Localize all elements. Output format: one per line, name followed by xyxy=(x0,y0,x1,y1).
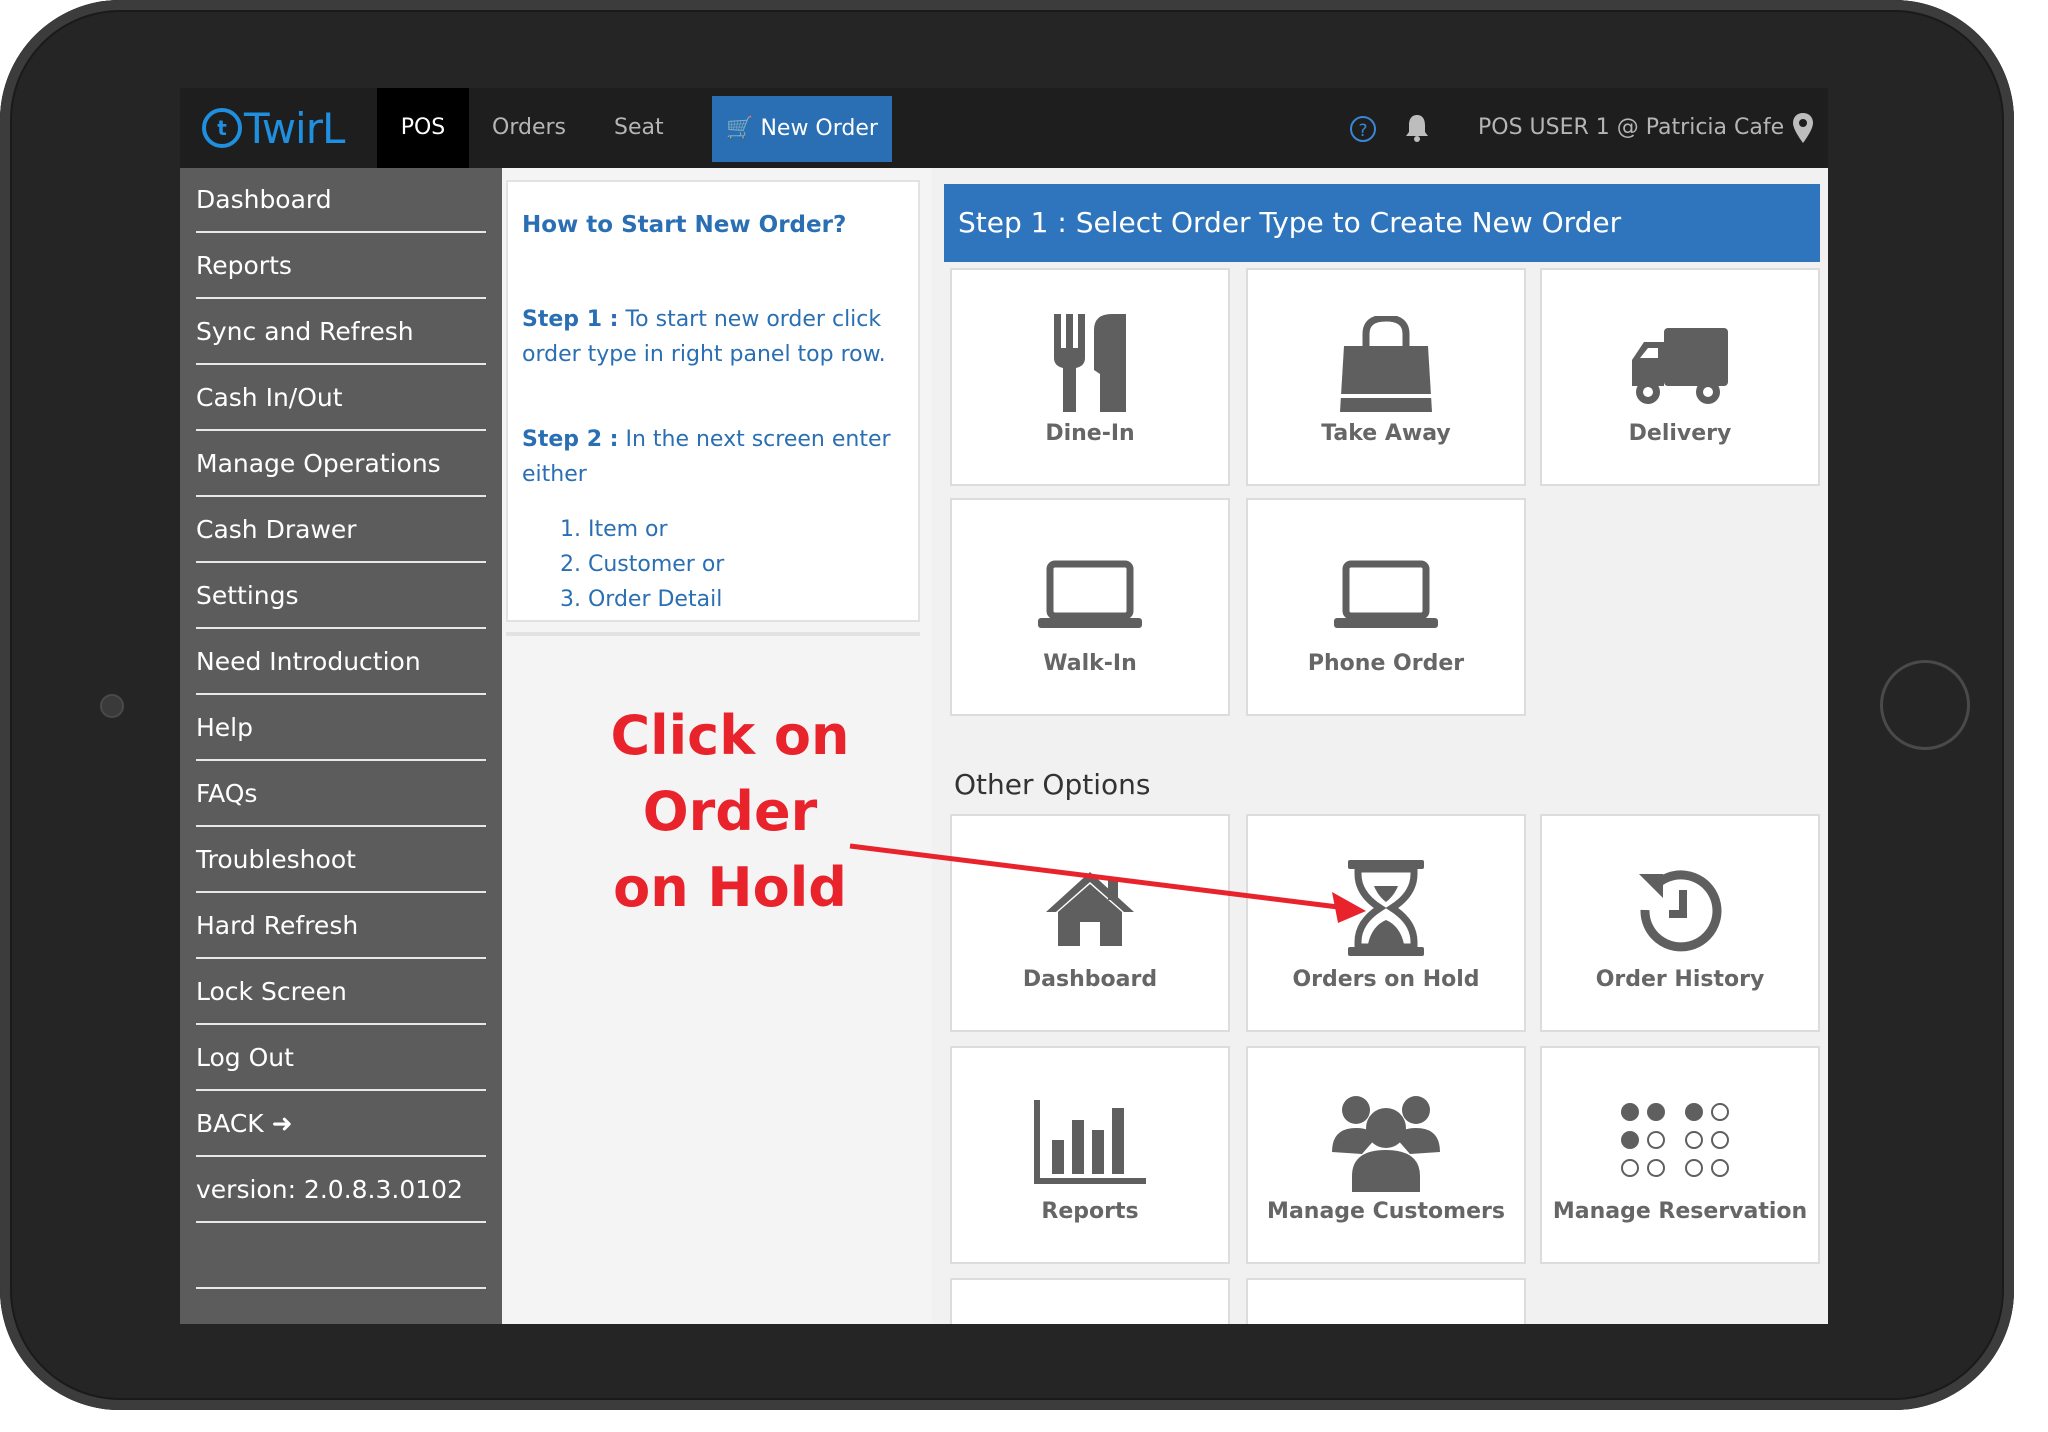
cart-icon: 🛒 xyxy=(726,116,754,141)
option-partial[interactable] xyxy=(950,1278,1230,1324)
sidebar-item-empty xyxy=(196,1224,486,1289)
option-partial[interactable] xyxy=(1246,1278,1526,1324)
back-label: BACK xyxy=(196,1109,264,1138)
sidebar-item-reports[interactable]: Reports xyxy=(196,234,486,299)
sidebar-item-sync-refresh[interactable]: Sync and Refresh xyxy=(196,300,486,365)
step1-label: Step 1 : xyxy=(522,307,619,332)
other-options-heading: Other Options xyxy=(954,768,1151,801)
divider xyxy=(506,632,920,636)
app-screen: t TwirL POS Orders Seat 🛒 New Order ? PO… xyxy=(180,88,1828,1324)
tile-label: Manage Reservation xyxy=(1552,1199,1808,1224)
sidebar-item-dashboard[interactable]: Dashboard xyxy=(196,168,486,233)
tile-label: Dine-In xyxy=(1045,421,1135,446)
sidebar-item-settings[interactable]: Settings xyxy=(196,564,486,629)
sidebar-item-log-out[interactable]: Log Out xyxy=(196,1026,486,1091)
help-step1: Step 1 : To start new order click order … xyxy=(522,302,912,372)
shopping-bag-icon xyxy=(1340,316,1432,412)
help-step2: Step 2 : In the next screen enter either xyxy=(522,422,912,492)
tile-label: Take Away xyxy=(1321,421,1451,446)
tile-label: Delivery xyxy=(1628,421,1732,446)
tile-label: Dashboard xyxy=(1022,967,1158,992)
app-logo[interactable]: t TwirL xyxy=(202,98,345,158)
tablet-frame: t TwirL POS Orders Seat 🛒 New Order ? PO… xyxy=(0,0,2014,1410)
tile-label: Order History xyxy=(1595,967,1765,992)
annotation-line: on Hold xyxy=(613,856,847,919)
option-order-history[interactable]: Order History xyxy=(1540,814,1820,1032)
option-orders-on-hold[interactable]: Orders on Hold xyxy=(1246,814,1526,1032)
laptop-icon xyxy=(1038,560,1142,628)
sidebar-item-faqs[interactable]: FAQs xyxy=(196,762,486,827)
tile-label: Reports xyxy=(1041,1199,1139,1224)
users-icon xyxy=(1332,1096,1440,1192)
sidebar-item-back[interactable]: BACK ➜ xyxy=(196,1092,486,1157)
arrow-right-icon: ➜ xyxy=(271,1109,293,1138)
help-list-item: 1. Item or xyxy=(560,517,668,542)
order-type-delivery[interactable]: Delivery xyxy=(1540,268,1820,486)
sidebar-item-need-introduction[interactable]: Need Introduction xyxy=(196,630,486,695)
bell-icon[interactable] xyxy=(1402,112,1432,144)
option-manage-reservation[interactable]: Manage Reservation xyxy=(1540,1046,1820,1264)
user-location-label[interactable]: POS USER 1 @ Patricia Cafe xyxy=(1478,88,1784,168)
sidebar-item-troubleshoot[interactable]: Troubleshoot xyxy=(196,828,486,893)
tile-label: Orders on Hold xyxy=(1292,967,1480,992)
top-navbar: t TwirL POS Orders Seat 🛒 New Order ? PO… xyxy=(180,88,1828,168)
help-list-item: 2. Customer or xyxy=(560,552,725,577)
home-icon xyxy=(1046,872,1134,946)
option-dashboard[interactable]: Dashboard xyxy=(950,814,1230,1032)
laptop-icon xyxy=(1334,560,1438,628)
tile-label: Walk-In xyxy=(1043,651,1137,676)
order-type-dine-in[interactable]: Dine-In xyxy=(950,268,1230,486)
new-order-button[interactable]: 🛒 New Order xyxy=(712,96,892,162)
tile-label: Manage Customers xyxy=(1267,1199,1505,1224)
help-list-item: 3. Order Detail xyxy=(560,587,723,612)
home-button xyxy=(1880,660,1970,750)
sidebar-item-cash-drawer[interactable]: Cash Drawer xyxy=(196,498,486,563)
logo-text: TwirL xyxy=(244,103,345,153)
option-reports[interactable]: Reports xyxy=(950,1046,1230,1264)
sidebar: Dashboard Reports Sync and Refresh Cash … xyxy=(180,168,502,1324)
option-manage-customers[interactable]: Manage Customers xyxy=(1246,1046,1526,1264)
truck-icon xyxy=(1632,328,1728,404)
help-panel: How to Start New Order? Step 1 : To star… xyxy=(506,180,920,622)
tab-orders[interactable]: Orders xyxy=(492,88,566,168)
tile-label: Phone Order xyxy=(1307,651,1465,676)
order-type-walk-in[interactable]: Walk-In xyxy=(950,498,1230,716)
sidebar-item-lock-screen[interactable]: Lock Screen xyxy=(196,960,486,1025)
new-order-label: New Order xyxy=(760,116,878,141)
dine-in-icon xyxy=(1054,314,1126,412)
hourglass-icon xyxy=(1348,860,1424,956)
sidebar-item-cash-in-out[interactable]: Cash In/Out xyxy=(196,366,486,431)
sidebar-item-hard-refresh[interactable]: Hard Refresh xyxy=(196,894,486,959)
step-header: Step 1 : Select Order Type to Create New… xyxy=(944,184,1820,262)
annotation-text: Click on Order on Hold xyxy=(520,698,940,926)
order-type-take-away[interactable]: Take Away xyxy=(1246,268,1526,486)
reservation-dots-icon xyxy=(1621,1103,1729,1177)
step2-label: Step 2 : xyxy=(522,427,619,452)
sidebar-item-manage-operations[interactable]: Manage Operations xyxy=(196,432,486,497)
bar-chart-icon xyxy=(1034,1100,1146,1184)
help-title: How to Start New Order? xyxy=(522,212,847,238)
annotation-line: Click on Order xyxy=(610,704,850,843)
history-icon xyxy=(1639,870,1722,952)
tab-seat[interactable]: Seat xyxy=(614,88,664,168)
order-type-phone-order[interactable]: Phone Order xyxy=(1246,498,1526,716)
camera-icon xyxy=(100,694,124,718)
sidebar-item-help[interactable]: Help xyxy=(196,696,486,761)
location-pin-icon[interactable] xyxy=(1792,112,1814,144)
help-icon[interactable]: ? xyxy=(1350,116,1376,142)
logo-icon: t xyxy=(202,108,242,148)
version-label: version: 2.0.8.3.0102 xyxy=(196,1158,486,1223)
tab-pos[interactable]: POS xyxy=(377,88,469,168)
